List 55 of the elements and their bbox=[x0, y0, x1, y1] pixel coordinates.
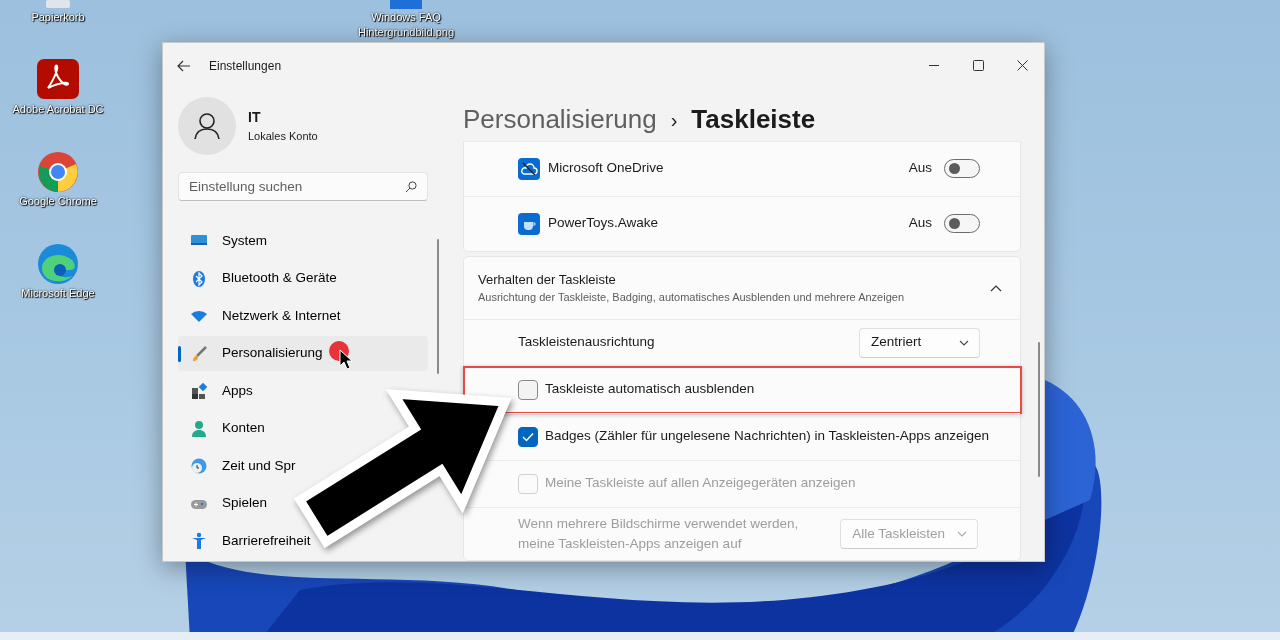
checkbox-label: Meine Taskleiste auf allen Anzeigegeräten anzeigen bbox=[545, 474, 856, 493]
checkbox[interactable] bbox=[518, 426, 538, 447]
nav-item[interactable]: Spielen bbox=[178, 486, 276, 521]
breadcrumb-separator: › bbox=[670, 107, 678, 133]
breadcrumb-link[interactable]: Personalisierung bbox=[463, 100, 657, 140]
account-type: Lokales Konto bbox=[248, 129, 318, 145]
close-icon bbox=[1016, 60, 1028, 72]
minimize-icon bbox=[929, 64, 939, 67]
checkbox-label: Badges (Zähler für ungelesene Nachrichten) in Taskleisten-Apps anzeigen bbox=[545, 427, 989, 446]
app-name: PowerToys.Awake bbox=[548, 214, 659, 233]
section-subtitle: Ausrichtung der Taskleiste, Badging, automatisches Ausblenden und mehrere Anzeigen bbox=[478, 290, 904, 305]
setting-label: Taskleistenausrichtung bbox=[518, 333, 655, 352]
cup-icon bbox=[518, 212, 540, 235]
chevron-up-icon[interactable] bbox=[990, 283, 1002, 292]
chevron-down-icon bbox=[959, 339, 969, 346]
nav-item[interactable]: Netzwerk & Internet bbox=[178, 298, 349, 334]
window-title: Einstellungen bbox=[209, 57, 282, 75]
maximize-icon bbox=[972, 60, 984, 72]
chevron-down-icon bbox=[957, 530, 967, 537]
toggle-state: Aus bbox=[908, 214, 932, 233]
nav-item[interactable]: Personalisierung bbox=[178, 336, 428, 371]
toggle-switch[interactable] bbox=[944, 159, 980, 178]
accessibility-icon bbox=[190, 532, 208, 550]
search-field[interactable]: Einstellung suchen bbox=[178, 171, 428, 201]
toggle-state: Aus bbox=[908, 159, 932, 178]
nav-item[interactable]: Bluetooth & Geräte bbox=[178, 261, 345, 296]
checkbox[interactable] bbox=[518, 379, 538, 400]
cloud-icon bbox=[518, 157, 540, 180]
brush-icon bbox=[190, 344, 208, 363]
apps-icon bbox=[190, 382, 208, 400]
back-arrow-icon[interactable] bbox=[177, 59, 191, 72]
page-title: Taskleiste bbox=[691, 103, 816, 137]
nav-item[interactable]: Barrierefreiheit bbox=[178, 523, 319, 559]
search-icon bbox=[405, 180, 417, 193]
nav-item[interactable]: Konten bbox=[178, 411, 273, 446]
nav-item[interactable]: Zeit und Spr bbox=[178, 448, 304, 484]
nav-item[interactable]: Apps bbox=[178, 373, 261, 409]
clock-icon bbox=[190, 457, 208, 475]
bluetooth-icon bbox=[190, 269, 208, 288]
checkmark-icon bbox=[522, 431, 534, 442]
section-title: Verhalten der Taskleiste bbox=[478, 270, 617, 289]
app-name: Microsoft OneDrive bbox=[548, 159, 664, 178]
dropdown[interactable]: Zentriert bbox=[859, 327, 980, 358]
desktop-app-icon[interactable] bbox=[36, 150, 80, 194]
account-name: IT bbox=[248, 108, 262, 128]
setting-label: Wenn mehrere Bildschirme verwendet werden, meine Taskleisten-Apps anzeigen auf bbox=[518, 514, 800, 553]
desktop-app-icon[interactable] bbox=[36, 242, 80, 286]
person-icon bbox=[190, 419, 208, 438]
scrollbar[interactable] bbox=[1038, 341, 1040, 477]
scrollbar[interactable] bbox=[437, 238, 439, 374]
nav-item[interactable]: System bbox=[178, 223, 275, 259]
mouse-pointer-icon bbox=[339, 349, 353, 370]
desktop-app-icon[interactable] bbox=[36, 58, 80, 102]
checkbox-label: Taskleiste automatisch ausblenden bbox=[545, 380, 755, 399]
toggle-switch[interactable] bbox=[944, 214, 980, 233]
